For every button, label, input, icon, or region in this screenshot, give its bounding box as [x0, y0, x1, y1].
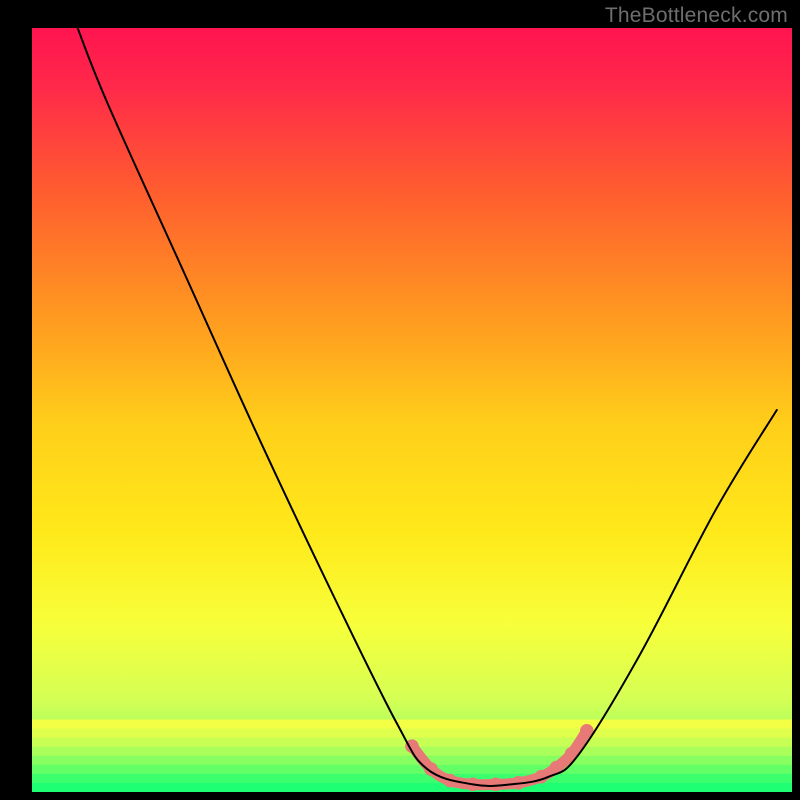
plot-background	[32, 28, 792, 792]
bottleneck-chart	[0, 0, 800, 800]
frame-mask	[792, 0, 800, 800]
watermark-label: TheBottleneck.com	[605, 4, 788, 28]
frame-mask	[0, 792, 800, 800]
frame-mask	[0, 0, 32, 800]
bottom-bands	[32, 719, 792, 792]
chart-frame: TheBottleneck.com	[0, 0, 800, 800]
